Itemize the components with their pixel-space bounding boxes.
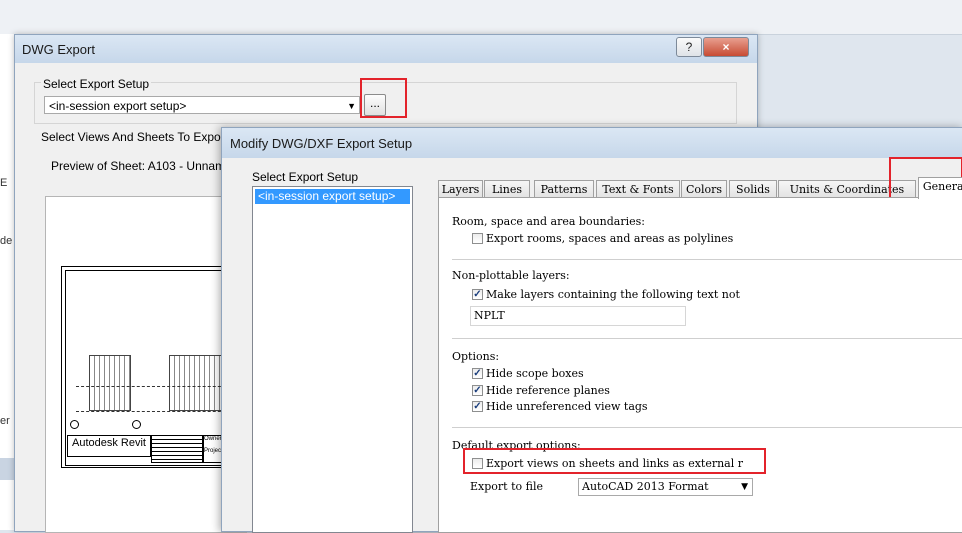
- modify-setup-title: Modify DWG/DXF Export Setup: [230, 136, 413, 151]
- sheet-level-line: [76, 411, 236, 412]
- modify-export-setup-window: Modify DWG/DXF Export Setup Select Expor…: [221, 127, 962, 533]
- options-heading: Options:: [452, 350, 500, 363]
- checkmark-icon: ✓: [473, 289, 482, 300]
- checkmark-icon: ✓: [473, 401, 482, 412]
- background-selected-row: [0, 458, 14, 480]
- export-to-file-label: Export to file: [470, 480, 543, 493]
- nonplot-heading: Non-plottable layers:: [452, 269, 570, 282]
- background-app-toolbar: [0, 0, 962, 35]
- background-cut-label: E: [0, 177, 8, 189]
- hide-view-tags-checkbox[interactable]: ✓: [472, 401, 483, 412]
- rooms-heading: Room, space and area boundaries:: [452, 215, 645, 228]
- highlight-box: [360, 78, 407, 118]
- nonplot-text-input[interactable]: NPLT: [470, 306, 686, 326]
- help-button[interactable]: ?: [676, 37, 702, 57]
- dwg-export-title: DWG Export: [22, 42, 95, 57]
- setup-list-item[interactable]: <in-session export setup>: [255, 189, 410, 204]
- section-marker-icon: [132, 420, 141, 429]
- close-button[interactable]: ×: [703, 37, 749, 57]
- checkmark-icon: ✓: [473, 385, 482, 396]
- general-tab-panel: Room, space and area boundaries: Export …: [438, 197, 962, 533]
- hide-view-tags-label: Hide unreferenced view tags: [486, 400, 648, 413]
- sheet-schedule: [169, 355, 223, 411]
- export-setup-label: Select Export Setup: [41, 77, 152, 91]
- sheet-preview: Autodesk Revit Owner Project: [45, 196, 247, 533]
- checkmark-icon: ✓: [473, 368, 482, 379]
- sheet-level-line: [76, 386, 236, 387]
- nonplot-checkbox[interactable]: ✓: [472, 289, 483, 300]
- dwg-export-titlebar[interactable]: DWG Export ? ×: [15, 35, 757, 63]
- tab-patterns[interactable]: Patterns: [534, 180, 594, 198]
- chevron-down-icon: ▼: [741, 482, 748, 492]
- background-cut-label: er: [0, 415, 10, 427]
- hide-reference-planes-checkbox[interactable]: ✓: [472, 385, 483, 396]
- setup-list-label: Select Export Setup: [252, 170, 359, 184]
- section-divider: [452, 427, 962, 428]
- section-marker-icon: [70, 420, 79, 429]
- export-format-value: AutoCAD 2013 Format: [582, 480, 709, 493]
- tab-solids[interactable]: Solids: [729, 180, 777, 198]
- setup-list[interactable]: <in-session export setup>: [252, 186, 413, 533]
- sheet-revision-table: [151, 435, 203, 463]
- highlight-box: [463, 448, 766, 474]
- sheet-preview-label: Preview of Sheet: A103 - Unnamed: [51, 159, 239, 173]
- export-setup-value: <in-session export setup>: [49, 99, 187, 113]
- sheet-schedule: [89, 355, 131, 411]
- sheet-border: Autodesk Revit Owner Project: [61, 266, 243, 468]
- chevron-down-icon: ▼: [347, 101, 356, 111]
- views-sheets-label: Select Views And Sheets To Export: [41, 130, 229, 144]
- tab-colors[interactable]: Colors: [681, 180, 727, 198]
- section-divider: [452, 259, 962, 260]
- tab-layers[interactable]: Layers: [438, 180, 483, 198]
- export-setup-combo[interactable]: <in-session export setup> ▼: [44, 96, 360, 114]
- tab-text-fonts[interactable]: Text & Fonts: [596, 180, 680, 198]
- section-divider: [452, 338, 962, 339]
- background-app-panel: E de er: [0, 34, 15, 530]
- settings-tabbar: Layers Lines Patterns Text & Fonts Color…: [438, 177, 962, 199]
- modify-setup-titlebar[interactable]: Modify DWG/DXF Export Setup: [222, 128, 962, 158]
- sheet-title-block: Autodesk Revit: [67, 435, 151, 457]
- background-cut-label: de: [0, 235, 13, 247]
- rooms-polylines-label: Export rooms, spaces and areas as polyli…: [486, 232, 734, 245]
- hide-reference-planes-label: Hide reference planes: [486, 384, 610, 397]
- sheet-title-text: Autodesk Revit: [72, 437, 146, 449]
- hide-scope-boxes-label: Hide scope boxes: [486, 367, 584, 380]
- tab-lines[interactable]: Lines: [484, 180, 530, 198]
- tab-general[interactable]: General: [918, 177, 962, 199]
- hide-scope-boxes-checkbox[interactable]: ✓: [472, 368, 483, 379]
- rooms-polylines-checkbox[interactable]: [472, 233, 483, 244]
- export-format-select[interactable]: AutoCAD 2013 Format ▼: [578, 478, 753, 496]
- nonplot-label: Make layers containing the following tex…: [486, 288, 740, 301]
